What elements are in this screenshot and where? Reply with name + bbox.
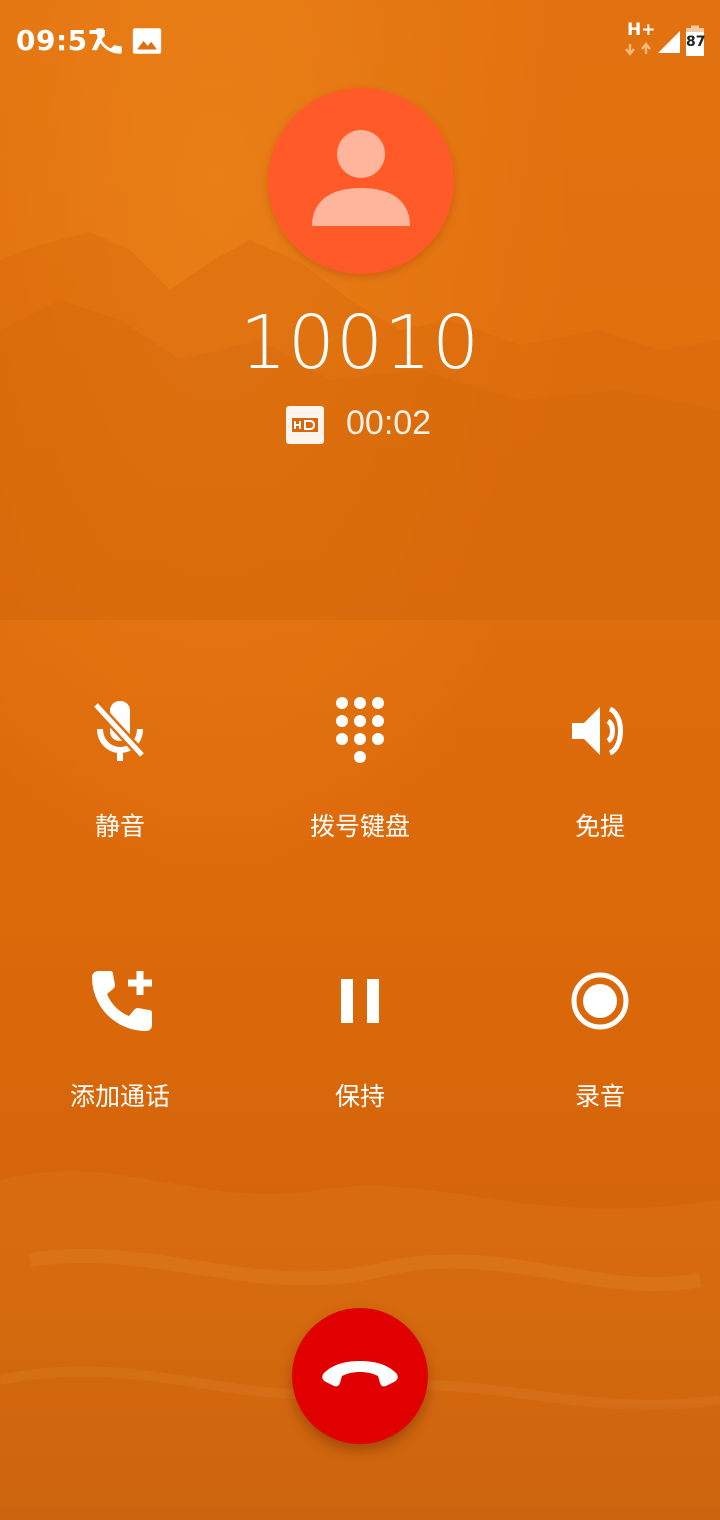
network-type-label: H+	[627, 20, 656, 40]
in-call-screen: 09:57 H+ 87 10010 00:02 静音 拨号键盘 免提 添加通话 …	[0, 0, 720, 1520]
mic-off-icon	[92, 701, 146, 761]
record-button[interactable]: 录音	[500, 965, 700, 1135]
add-call-button[interactable]: 添加通话	[20, 965, 220, 1135]
end-call-button[interactable]	[292, 1308, 428, 1444]
mute-label: 静音	[94, 812, 145, 841]
speaker-button[interactable]: 免提	[500, 695, 700, 865]
record-label: 录音	[574, 1082, 625, 1111]
dialpad-icon	[336, 697, 384, 763]
record-icon	[571, 972, 629, 1030]
mute-button[interactable]: 静音	[20, 695, 220, 865]
status-bar: 09:57 H+ 87	[0, 0, 720, 84]
call-duration: 00:02	[346, 404, 432, 442]
hd-badge: HD	[286, 406, 324, 444]
battery-level: 87	[686, 34, 706, 50]
hd-icon	[292, 418, 318, 432]
pause-icon	[341, 979, 379, 1023]
hold-label: 保持	[334, 1082, 385, 1111]
dialpad-label: 拨号键盘	[309, 812, 410, 841]
hold-button[interactable]: 保持	[260, 965, 460, 1135]
caller-number: 10010	[239, 300, 481, 386]
person-icon	[312, 130, 410, 226]
add-call-icon	[92, 971, 152, 1031]
speaker-icon	[572, 706, 623, 756]
speaker-label: 免提	[574, 812, 625, 841]
image-notification-icon	[132, 28, 162, 54]
caller-avatar	[268, 88, 454, 274]
dialpad-button[interactable]: 拨号键盘	[260, 695, 460, 865]
add-call-label: 添加通话	[69, 1082, 170, 1111]
phone-call-icon	[96, 28, 122, 54]
data-arrows-icon	[625, 42, 651, 56]
end-call-icon	[322, 1361, 398, 1387]
signal-icon	[658, 31, 680, 53]
